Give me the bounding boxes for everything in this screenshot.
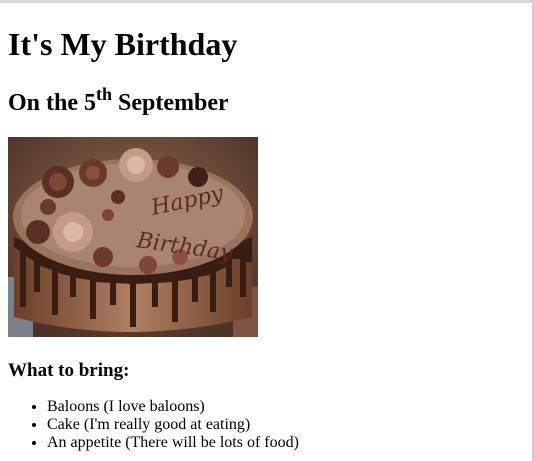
date-ordinal-suffix: th (96, 84, 113, 104)
page-title: It's My Birthday (8, 26, 238, 62)
what-to-bring-heading: What to bring: (8, 360, 130, 381)
list-item: Cake (I'm really good at eating) (47, 416, 299, 434)
birthday-cake-image: Happy Birthday (8, 137, 258, 337)
birthday-cake-icon: Happy Birthday (8, 137, 258, 337)
list-item: Baloons (I love baloons) (47, 398, 299, 416)
birthday-date-heading: On the 5th September (8, 84, 229, 121)
list-item: An appetite (There will be lots of food) (47, 434, 299, 452)
date-month: September (118, 90, 229, 116)
window-top-border (0, 0, 534, 3)
bring-list: Baloons (I love baloons) Cake (I'm reall… (8, 398, 299, 452)
date-prefix: On the 5 (8, 90, 97, 116)
